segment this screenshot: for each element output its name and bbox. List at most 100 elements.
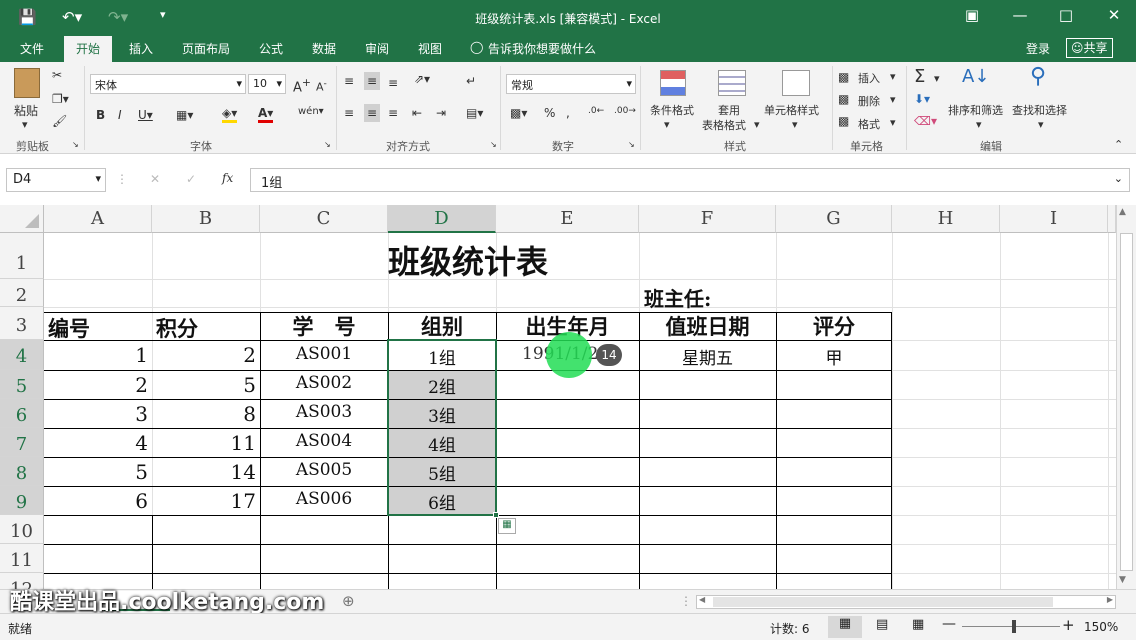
find-select-icon[interactable]: ⚲: [1030, 64, 1046, 89]
column-header-f[interactable]: F: [639, 205, 776, 233]
horizontal-scrollbar[interactable]: ◀ ▶: [696, 595, 1116, 609]
clear-icon[interactable]: ⌫▾: [914, 114, 937, 128]
row-header-8[interactable]: 8: [0, 457, 44, 486]
formula-input[interactable]: 1组 ⌄: [250, 168, 1130, 192]
chevron-down-icon[interactable]: ▾: [976, 118, 982, 131]
worksheet-grid[interactable]: A B C D E F G H I 1 2 3 4 5 6 7 8 9 10 1…: [0, 205, 1116, 589]
cell-style-button[interactable]: 单元格样式: [764, 102, 819, 118]
row-header-9[interactable]: 9: [0, 486, 44, 515]
cell-a8[interactable]: 5: [48, 460, 148, 484]
autofill-options-icon[interactable]: ▦: [498, 518, 516, 534]
close-button[interactable]: ✕: [1102, 6, 1126, 24]
teacher-label[interactable]: 班主任:: [644, 283, 711, 312]
scroll-down-icon[interactable]: ▼: [1119, 575, 1126, 585]
page-break-view-icon[interactable]: ▦: [912, 617, 924, 632]
cell-b4[interactable]: 2: [156, 343, 256, 367]
delete-cells-icon[interactable]: ▩: [838, 92, 849, 106]
sort-filter-button[interactable]: 排序和筛选: [948, 102, 1003, 118]
comma-icon[interactable]: ,: [566, 106, 570, 120]
vertical-scrollbar[interactable]: ▲ ▼: [1116, 205, 1136, 589]
format-cells-icon[interactable]: ▩: [838, 114, 849, 128]
cell-style-icon[interactable]: [782, 70, 810, 96]
align-center-icon[interactable]: ≡: [364, 104, 381, 122]
select-all-corner[interactable]: [0, 205, 44, 233]
page-layout-view-icon[interactable]: ▤: [876, 617, 888, 632]
format-cells-button[interactable]: 格式: [858, 116, 880, 132]
cell-c4[interactable]: AS001: [260, 344, 388, 364]
increase-decimal-icon[interactable]: .0←: [588, 106, 604, 116]
zoom-in-icon[interactable]: +: [1062, 616, 1075, 634]
table-format-icon[interactable]: [718, 70, 746, 96]
font-name-box[interactable]: 宋体 ▾: [90, 74, 246, 94]
tab-view[interactable]: 视图: [418, 40, 442, 57]
collapse-ribbon-icon[interactable]: ⌃: [1114, 138, 1123, 151]
cell-b9[interactable]: 17: [156, 489, 256, 513]
header-duty-date[interactable]: 值班日期: [639, 311, 776, 341]
scroll-thumb[interactable]: [1120, 233, 1133, 571]
scroll-right-icon[interactable]: ▶: [1107, 595, 1113, 604]
conditional-format-button[interactable]: 条件格式: [650, 102, 694, 118]
chevron-down-icon[interactable]: ▾: [754, 118, 760, 131]
maximize-button[interactable]: □: [1054, 6, 1078, 24]
enter-icon[interactable]: ✓: [186, 172, 196, 186]
clipboard-launcher-icon[interactable]: ↘: [72, 140, 79, 149]
align-right-icon[interactable]: ≡: [388, 106, 398, 120]
cut-icon[interactable]: ✂: [52, 68, 62, 82]
paste-button[interactable]: 粘贴: [14, 102, 38, 119]
cell-c6[interactable]: AS003: [260, 402, 388, 422]
sheet-title[interactable]: 班级统计表: [260, 237, 676, 283]
find-select-button[interactable]: 查找和选择: [1012, 102, 1067, 118]
row-header-6[interactable]: 6: [0, 399, 44, 428]
column-header-i[interactable]: I: [1000, 205, 1108, 233]
decrease-decimal-icon[interactable]: .00→: [614, 106, 636, 116]
table-format-button-line2[interactable]: 表格格式: [702, 117, 746, 133]
column-header-g[interactable]: G: [776, 205, 892, 233]
merge-center-icon[interactable]: ▤▾: [466, 106, 483, 120]
cell-c7[interactable]: AS004: [260, 431, 388, 451]
header-group[interactable]: 组别: [388, 311, 496, 341]
chevron-down-icon[interactable]: ▾: [792, 118, 798, 131]
cell-a6[interactable]: 3: [48, 402, 148, 426]
tab-insert[interactable]: 插入: [129, 40, 153, 57]
number-format-box[interactable]: 常规 ▾: [506, 74, 636, 94]
increase-indent-icon[interactable]: ⇥: [436, 106, 446, 120]
cell-f4[interactable]: 星期五: [639, 344, 776, 369]
chevron-down-icon[interactable]: ▾: [890, 70, 896, 83]
paste-icon[interactable]: [14, 68, 40, 98]
ribbon-display-icon[interactable]: ▣: [960, 6, 984, 24]
cell-b8[interactable]: 14: [156, 460, 256, 484]
decrease-indent-icon[interactable]: ⇤: [412, 106, 422, 120]
column-header-a[interactable]: A: [44, 205, 152, 233]
align-top-icon[interactable]: ≡: [344, 74, 354, 88]
column-header-c[interactable]: C: [260, 205, 388, 233]
row-header-7[interactable]: 7: [0, 428, 44, 457]
borders-icon[interactable]: ▦▾: [176, 108, 193, 122]
add-sheet-icon[interactable]: ⊕: [342, 592, 355, 610]
chevron-down-icon[interactable]: ▾: [934, 72, 940, 85]
chevron-down-icon[interactable]: ▾: [1038, 118, 1044, 131]
column-header-h[interactable]: H: [892, 205, 1000, 233]
row-header-11[interactable]: 11: [0, 544, 44, 573]
zoom-slider[interactable]: [962, 626, 1060, 627]
insert-cells-icon[interactable]: ▩: [838, 70, 849, 84]
fill-icon[interactable]: ⬇▾: [914, 92, 930, 106]
bold-icon[interactable]: B: [96, 108, 105, 122]
cell-b6[interactable]: 8: [156, 402, 256, 426]
paste-dropdown-icon[interactable]: ▾: [22, 118, 28, 131]
table-format-button[interactable]: 套用: [718, 102, 740, 118]
header-rating[interactable]: 评分: [776, 311, 892, 341]
insert-function-icon[interactable]: fx: [222, 171, 233, 185]
zoom-level[interactable]: 150%: [1084, 620, 1118, 634]
zoom-slider-thumb[interactable]: [1012, 620, 1016, 633]
scroll-left-icon[interactable]: ◀: [699, 595, 705, 604]
scroll-up-icon[interactable]: ▲: [1119, 207, 1126, 217]
cell-b7[interactable]: 11: [156, 431, 256, 455]
font-color-icon[interactable]: A▾: [258, 106, 274, 123]
align-middle-icon[interactable]: ≡: [364, 72, 381, 90]
row-header-10[interactable]: 10: [0, 515, 44, 544]
align-left-icon[interactable]: ≡: [344, 106, 354, 120]
name-box[interactable]: D4 ▾: [6, 168, 106, 192]
header-score[interactable]: 积分: [156, 313, 198, 343]
increase-font-icon[interactable]: A+: [293, 76, 311, 95]
currency-icon[interactable]: ▩▾: [510, 106, 527, 120]
